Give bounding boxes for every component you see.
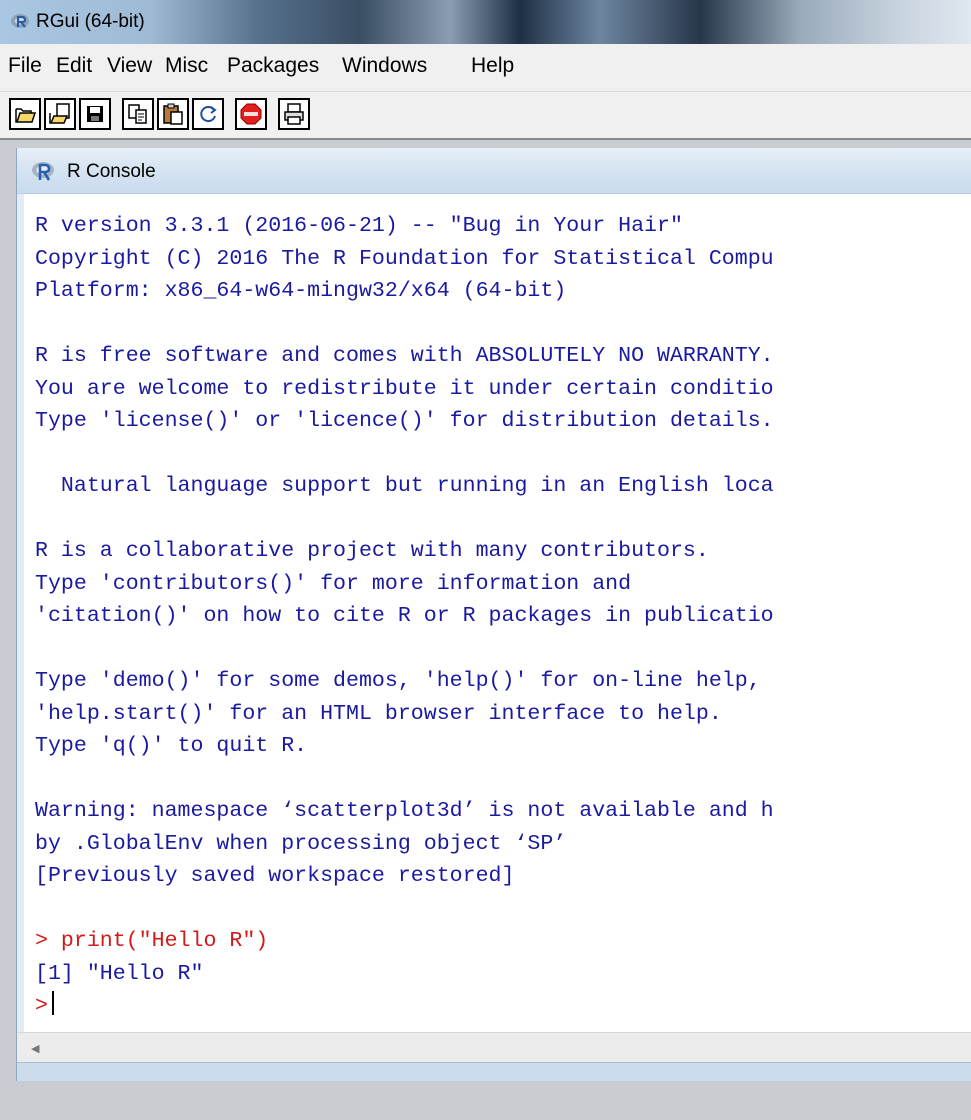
console-output-line: Type 'q()' to quit R. xyxy=(35,734,308,758)
load-workspace-button[interactable] xyxy=(44,98,76,130)
stop-button[interactable] xyxy=(235,98,267,130)
horizontal-scrollbar[interactable]: ◀ xyxy=(17,1032,971,1062)
load-workspace-icon xyxy=(49,103,70,124)
r-console-window: R Console R version 3.3.1 (2016-06-21) -… xyxy=(16,148,971,1081)
console-output-line: Type 'license()' or 'licence()' for dist… xyxy=(35,409,774,433)
text-cursor xyxy=(51,991,54,1015)
scroll-left-icon[interactable]: ◀ xyxy=(31,1042,39,1055)
console-prompt: > xyxy=(35,994,48,1018)
print-button[interactable] xyxy=(278,98,310,130)
console-output-line: Type 'demo()' for some demos, 'help()' f… xyxy=(35,669,761,693)
menu-packages[interactable]: Packages xyxy=(227,54,319,78)
console-prompt-line[interactable]: > xyxy=(35,990,971,1020)
console-output[interactable]: R version 3.3.1 (2016-06-21) -- "Bug in … xyxy=(35,210,971,1020)
app-title: RGui (64-bit) xyxy=(36,11,145,32)
copy-paste-button[interactable] xyxy=(192,98,224,130)
menu-windows[interactable]: Windows xyxy=(342,54,427,78)
menu-misc[interactable]: Misc xyxy=(165,54,208,78)
console-output-line: 'help.start()' for an HTML browser inter… xyxy=(35,701,722,726)
r-app-icon xyxy=(11,14,29,28)
console-output-line: Natural language support but running in … xyxy=(35,474,774,498)
app-titlebar: RGui (64-bit) xyxy=(0,0,971,44)
console-title: R Console xyxy=(67,161,156,182)
console-command-line: > print("Hello R") xyxy=(35,929,269,953)
console-output-line: Type 'contributors()' for more informati… xyxy=(35,571,632,596)
menu-help[interactable]: Help xyxy=(471,54,514,78)
console-output-line: [1] "Hello R" xyxy=(35,961,204,986)
copy-paste-icon xyxy=(200,106,217,123)
menu-edit[interactable]: Edit xyxy=(56,54,92,78)
console-bottom-border xyxy=(17,1062,971,1081)
console-output-line xyxy=(35,633,971,666)
open-script-button[interactable] xyxy=(9,98,41,130)
console-output-line: Copyright (C) 2016 The R Foundation for … xyxy=(35,246,774,271)
console-output-line: [Previously saved workspace restored] xyxy=(35,864,515,888)
toolbar xyxy=(0,92,971,140)
console-output-line: R is a collaborative project with many c… xyxy=(35,539,709,563)
console-output-line: Platform: x86_64-w64-mingw32/x64 (64-bit… xyxy=(35,279,567,303)
console-output-line xyxy=(35,763,971,796)
console-output-line: 'citation()' on how to cite R or R packa… xyxy=(35,604,774,628)
console-titlebar[interactable]: R Console xyxy=(17,148,971,194)
print-icon xyxy=(284,103,304,125)
console-output-line: R is free software and comes with ABSOLU… xyxy=(35,344,774,368)
paste-button[interactable] xyxy=(157,98,189,130)
console-output-line xyxy=(35,308,971,341)
console-output-line: You are welcome to redistribute it under… xyxy=(35,376,774,401)
menubar: File Edit View Misc Packages Windows Hel… xyxy=(0,44,971,92)
console-output-line: Warning: namespace ‘scatterplot3d’ is no… xyxy=(35,799,774,823)
save-button[interactable] xyxy=(79,98,111,130)
stop-icon xyxy=(240,103,262,125)
console-output-line: by .GlobalEnv when processing object ‘SP… xyxy=(35,831,567,856)
save-icon xyxy=(87,106,103,122)
r-logo-icon xyxy=(32,162,54,181)
menu-file[interactable]: File xyxy=(8,54,42,78)
console-output-line xyxy=(35,503,971,536)
copy-icon xyxy=(128,104,147,124)
paste-icon xyxy=(163,103,183,125)
console-left-edge xyxy=(17,194,24,1032)
copy-button[interactable] xyxy=(122,98,154,130)
console-output-line xyxy=(35,893,971,926)
menu-view[interactable]: View xyxy=(107,54,152,78)
open-script-icon xyxy=(15,108,37,123)
console-output-line: R version 3.3.1 (2016-06-21) -- "Bug in … xyxy=(35,214,683,238)
console-output-line xyxy=(35,438,971,471)
